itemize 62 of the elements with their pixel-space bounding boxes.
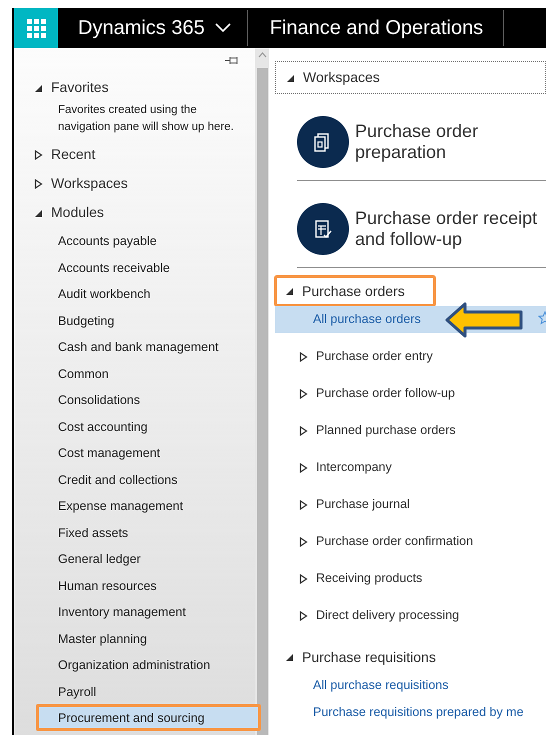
nav-section-header[interactable]: Recent bbox=[14, 140, 255, 169]
menu-link[interactable]: Purchase requisitions prepared by me bbox=[275, 699, 546, 726]
module-item[interactable]: Budgeting bbox=[14, 306, 255, 333]
workspace-tile[interactable]: Purchase order preparation bbox=[297, 94, 546, 181]
module-item[interactable]: Inventory management bbox=[14, 598, 255, 624]
module-item[interactable]: Master planning bbox=[14, 624, 255, 651]
group-header[interactable]: Purchase requisitions bbox=[275, 642, 442, 672]
menu-link[interactable]: All purchase requisitions bbox=[275, 672, 546, 699]
expand-triangle-icon bbox=[299, 536, 308, 546]
module-item[interactable]: Credit and collections bbox=[14, 466, 255, 492]
chevron-down-icon bbox=[214, 23, 231, 33]
collapse-triangle-icon bbox=[285, 652, 294, 662]
nav-section-header[interactable]: Modules bbox=[14, 198, 255, 227]
module-item[interactable]: Human resources bbox=[14, 572, 255, 598]
expand-triangle-icon bbox=[299, 462, 308, 472]
collapse-triangle-icon bbox=[34, 82, 43, 92]
menu-folder[interactable]: Planned purchase orders bbox=[275, 412, 546, 449]
module-item[interactable]: Accounts receivable bbox=[14, 254, 255, 280]
module-item[interactable]: General ledger bbox=[14, 545, 255, 572]
pin-icon[interactable] bbox=[225, 56, 239, 65]
menu-folder[interactable]: Direct delivery processing bbox=[275, 597, 546, 634]
module-item[interactable]: Expense management bbox=[14, 492, 255, 518]
module-item[interactable]: Payroll bbox=[14, 678, 255, 704]
expand-triangle-icon bbox=[299, 610, 308, 620]
menu-folder[interactable]: Purchase journal bbox=[275, 486, 546, 523]
expand-triangle-icon bbox=[299, 352, 308, 362]
grid-icon bbox=[26, 18, 46, 38]
module-item[interactable]: Cost accounting bbox=[14, 412, 255, 439]
nav-section-header[interactable]: Favorites bbox=[14, 73, 255, 102]
collapse-triangle-icon bbox=[285, 286, 294, 296]
menu-folder[interactable]: Purchase order confirmation bbox=[275, 523, 546, 560]
nav-section-hint: Favorites created using the navigation pane will show up here. bbox=[57, 103, 235, 135]
module-item[interactable]: Cost management bbox=[14, 439, 255, 466]
menu-folder[interactable]: Receiving products bbox=[275, 560, 546, 597]
workspaces-header[interactable]: Workspaces bbox=[275, 61, 546, 94]
module-item[interactable]: Procurement and sourcing bbox=[36, 704, 261, 730]
app-name: Finance and Operations bbox=[268, 16, 484, 41]
collapse-triangle-icon bbox=[34, 208, 43, 218]
menu-folder[interactable]: Purchase order follow-up bbox=[275, 375, 546, 412]
menu-folder[interactable]: Intercompany bbox=[275, 449, 546, 486]
expand-triangle-icon bbox=[299, 574, 308, 584]
product-menu[interactable]: Dynamics 365 bbox=[58, 8, 247, 48]
scroll-up-icon[interactable] bbox=[258, 52, 266, 58]
expand-triangle-icon bbox=[299, 426, 308, 436]
nav-section-header[interactable]: Workspaces bbox=[14, 169, 255, 198]
menu-folder[interactable]: Purchase order entry bbox=[275, 338, 546, 375]
workspace-tile[interactable]: Purchase order receipt and follow-up bbox=[297, 181, 546, 268]
expand-triangle-icon bbox=[299, 388, 308, 398]
module-item[interactable]: Common bbox=[14, 360, 255, 386]
module-item[interactable]: Organization administration bbox=[14, 651, 255, 678]
expand-triangle-icon bbox=[34, 178, 43, 188]
module-item[interactable]: Audit workbench bbox=[14, 280, 255, 306]
app-launcher-button[interactable] bbox=[14, 8, 58, 48]
module-item[interactable]: Cash and bank management bbox=[14, 333, 255, 360]
expand-triangle-icon bbox=[299, 500, 308, 510]
expand-triangle-icon bbox=[34, 150, 43, 160]
collapse-triangle-icon bbox=[286, 72, 295, 82]
scrollbar[interactable] bbox=[255, 48, 269, 735]
group-header[interactable]: Purchase orders bbox=[275, 276, 435, 306]
module-item[interactable]: Consolidations bbox=[14, 386, 255, 412]
module-item[interactable]: Accounts payable bbox=[14, 227, 255, 254]
module-item[interactable]: Fixed assets bbox=[14, 518, 255, 545]
